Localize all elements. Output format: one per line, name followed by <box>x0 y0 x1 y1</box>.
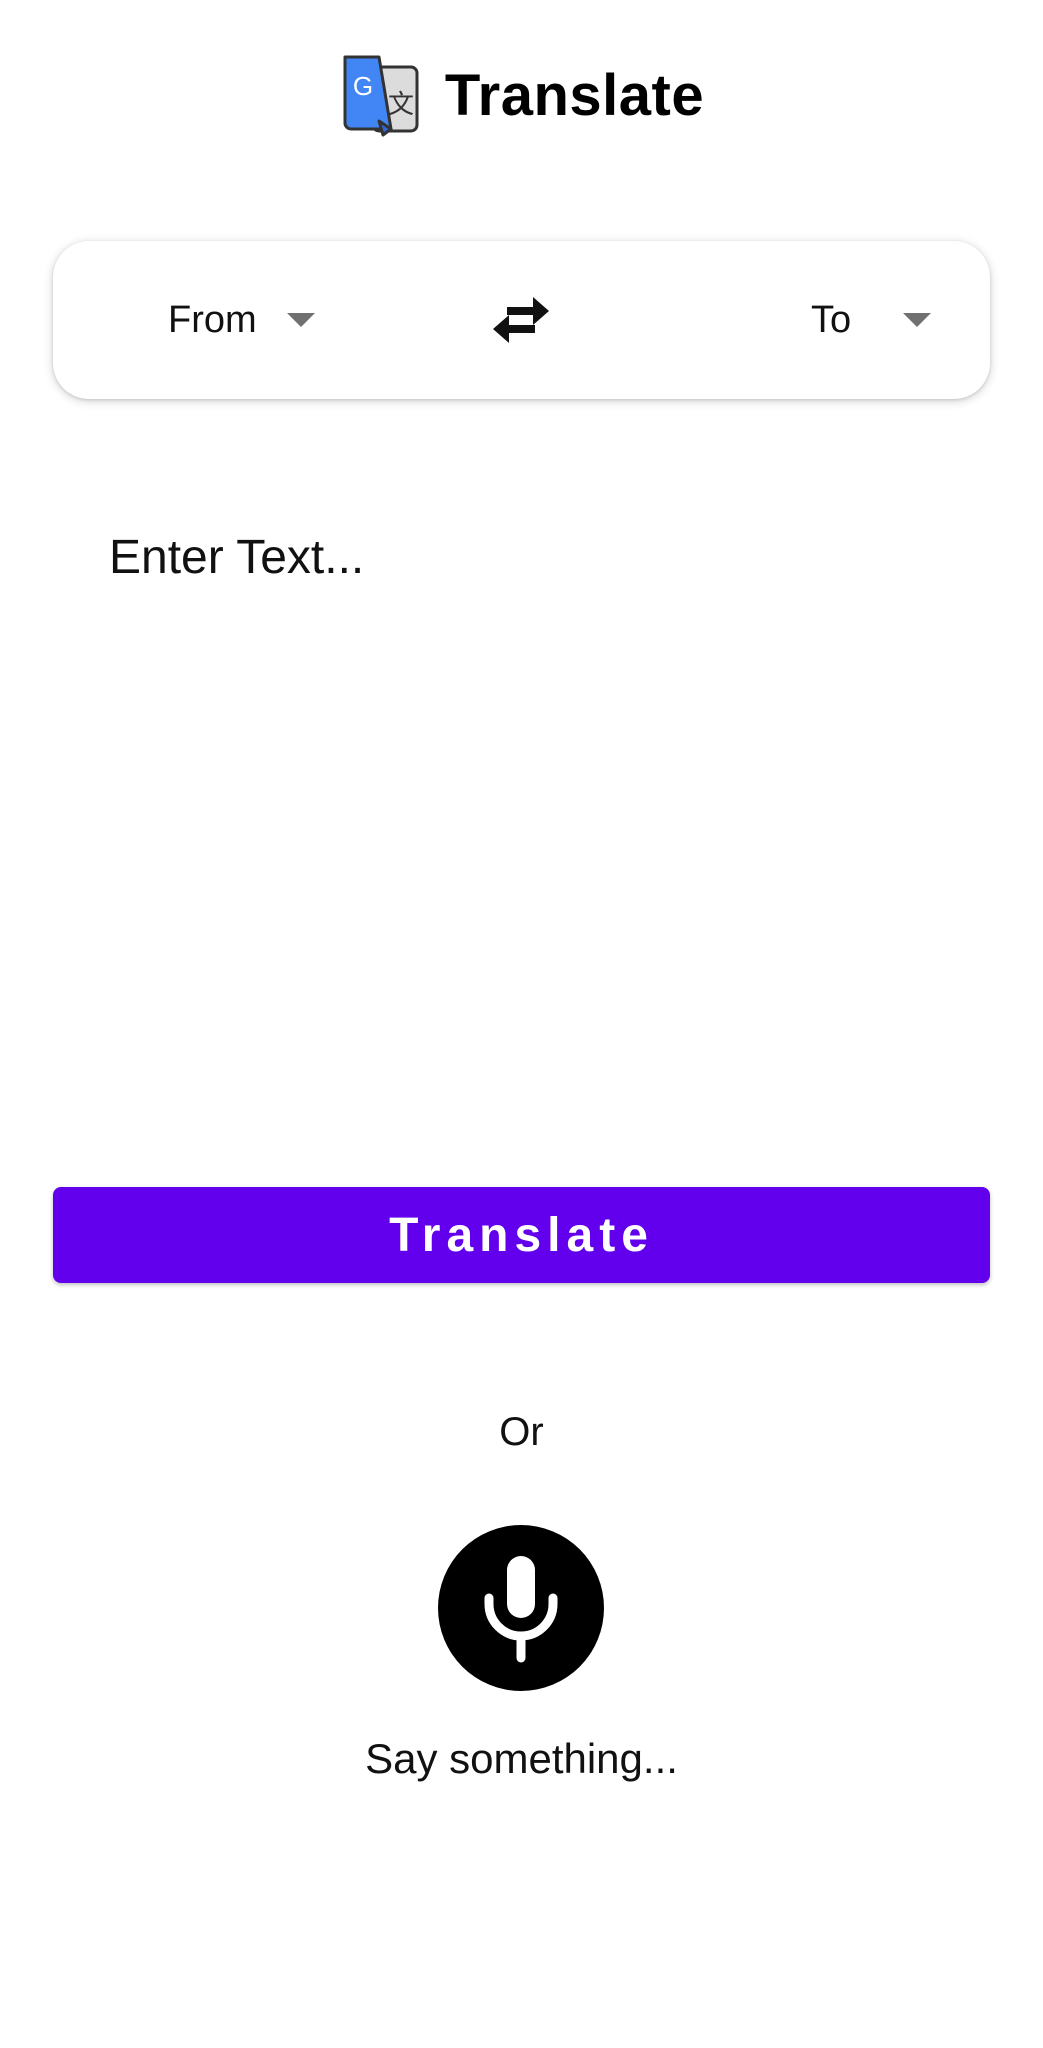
google-translate-icon: G 文 <box>343 55 419 137</box>
to-language-dropdown[interactable]: To <box>811 241 932 399</box>
voice-input-button[interactable] <box>438 1525 604 1691</box>
app-title: Translate <box>444 62 705 128</box>
from-language-dropdown[interactable]: From <box>168 241 315 399</box>
microphone-icon <box>484 1556 558 1663</box>
translate-button[interactable]: Translate <box>53 1187 990 1283</box>
app-header: G 文 Translate <box>0 50 1043 140</box>
source-text-input[interactable] <box>109 530 949 1130</box>
arrow-drop-down-icon <box>286 313 315 327</box>
to-language-label: To <box>811 298 852 341</box>
logo-letter: G <box>353 71 373 101</box>
language-selector-card: From To <box>53 241 990 399</box>
arrow-drop-down-icon <box>903 313 932 327</box>
voice-prompt-text: Say something... <box>365 1735 678 1782</box>
swap-arrows-icon <box>493 297 549 343</box>
swap-languages-button[interactable] <box>486 285 556 355</box>
or-divider-text: Or <box>499 1410 544 1454</box>
logo-glyph: 文 <box>388 90 414 120</box>
from-language-label: From <box>168 298 257 341</box>
